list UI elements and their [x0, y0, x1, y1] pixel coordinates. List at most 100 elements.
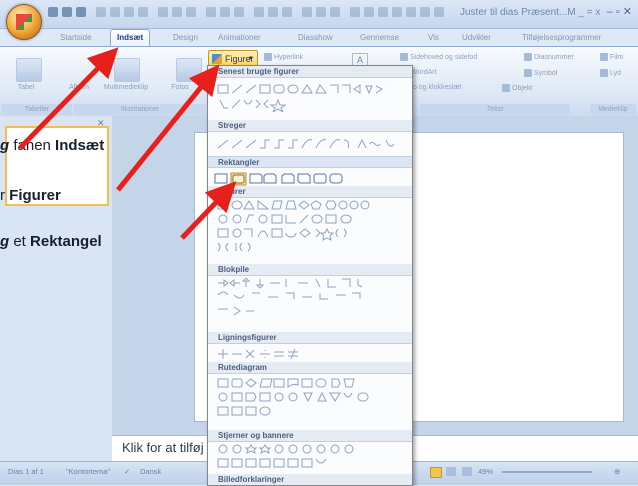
spellcheck-icon[interactable]: ✓	[124, 467, 130, 476]
album-button[interactable]: Album	[64, 84, 94, 91]
quick-access-icon[interactable]	[206, 7, 216, 17]
slide-sorter-icon[interactable]	[446, 467, 456, 476]
quick-access-icon[interactable]	[124, 7, 134, 17]
tab-indsaet[interactable]: Indsæt	[110, 29, 151, 47]
window-controls[interactable]: – ▫ ✕	[607, 5, 632, 18]
quick-access-icon[interactable]	[254, 7, 264, 17]
normal-view-icon[interactable]	[430, 467, 442, 478]
quick-access-icon[interactable]	[420, 7, 430, 17]
fit-slide-icon[interactable]: ⊕	[614, 467, 620, 476]
tab-diasshow[interactable]: Diasshow	[298, 30, 333, 46]
quick-access-icon[interactable]	[158, 7, 168, 17]
section-header-ligningsfigurer: Ligningsfigurer	[208, 332, 412, 344]
symbol-icon	[524, 69, 532, 77]
section-header-senest: Senest brugte figurer	[208, 66, 412, 78]
lyd-label: Lyd	[610, 69, 622, 77]
group-label-medieklip: Medieklip	[590, 104, 636, 115]
office-logo-icon	[16, 14, 32, 30]
stars-banners-rows[interactable]	[216, 444, 406, 468]
symbol-label: Symbol	[534, 69, 558, 77]
quick-access-icon[interactable]	[220, 7, 230, 17]
tab-animationer[interactable]: Animationer	[218, 30, 261, 46]
symbol-button[interactable]: Symbol	[524, 69, 557, 77]
dato-button[interactable]: to og klokkeslæt	[411, 84, 462, 91]
diasnummer-label: Diasnummer	[534, 53, 574, 61]
instruction-line-2: r Figurer	[0, 187, 61, 204]
photo-icon[interactable]	[176, 58, 202, 82]
film-label: Film	[610, 53, 624, 61]
section-header-rutediagram: Rutediagram	[208, 362, 412, 374]
quick-access-icon[interactable]	[316, 7, 326, 17]
quick-access-icon[interactable]	[138, 7, 148, 17]
hyperlink-label: Hyperlink	[274, 53, 304, 61]
quick-access-icon[interactable]	[364, 7, 374, 17]
slideshow-view-icon[interactable]	[462, 467, 472, 476]
header-footer-icon	[400, 53, 408, 61]
hyperlink-icon	[264, 53, 272, 61]
instruction-3-italic: g	[0, 233, 10, 250]
quick-access-icon[interactable]	[186, 7, 196, 17]
quick-access-icon[interactable]	[96, 7, 106, 17]
recent-shapes-row[interactable]	[216, 84, 406, 112]
diasnummer-button[interactable]: Diasnummer	[524, 53, 574, 61]
sidehoved-button[interactable]: Sidehoved og sidefod	[400, 53, 477, 61]
tab-design[interactable]: Design	[173, 30, 198, 46]
redo-icon[interactable]	[76, 7, 86, 17]
language-indicator[interactable]: Dansk	[140, 467, 161, 476]
hyperlink-button[interactable]: Hyperlink	[264, 53, 303, 61]
tab-tilfoejelsesprogrammer[interactable]: Tilføjelsesprogrammer	[522, 30, 601, 46]
flowchart-rows[interactable]	[216, 378, 406, 416]
lyd-button[interactable]: Lyd	[600, 69, 621, 77]
quick-access-icon[interactable]	[350, 7, 360, 17]
fotos-button[interactable]: Fotos	[160, 84, 200, 91]
theme-name[interactable]: "Kontortema"	[66, 467, 110, 476]
quick-access-icon[interactable]	[172, 7, 182, 17]
album-icon[interactable]	[114, 58, 140, 82]
section-header-figurer: Figurer	[208, 186, 412, 198]
objekt-button[interactable]: Objekt	[502, 84, 532, 92]
object-icon	[502, 84, 510, 92]
instruction-3-text: et	[9, 233, 31, 250]
tab-gennemse[interactable]: Gennemse	[360, 30, 399, 46]
wordart-button[interactable]: WordArt	[411, 69, 437, 76]
quick-access-icon[interactable]	[406, 7, 416, 17]
slide-number-icon	[524, 53, 532, 61]
instruction-2-text: r	[0, 187, 10, 204]
quick-access-icon[interactable]	[268, 7, 278, 17]
quick-access-icon[interactable]	[434, 7, 444, 17]
shapes-icon	[212, 54, 222, 64]
lines-row[interactable]	[216, 138, 406, 149]
film-button[interactable]: Film	[600, 53, 623, 61]
tab-vis[interactable]: Vis	[428, 30, 439, 46]
save-icon[interactable]	[48, 7, 58, 17]
quick-access-icon[interactable]	[330, 7, 340, 17]
quick-access-icon[interactable]	[282, 7, 292, 17]
tab-udvikler[interactable]: Udvikler	[462, 30, 491, 46]
quick-access-icon[interactable]	[392, 7, 402, 17]
sound-icon	[600, 69, 608, 77]
quick-access-icon[interactable]	[234, 7, 244, 17]
section-header-stjerner: Stjerner og bannere	[208, 430, 412, 442]
tab-startside[interactable]: Startside	[60, 30, 92, 46]
quick-access-icon[interactable]	[378, 7, 388, 17]
close-icon[interactable]: ✕	[97, 118, 105, 129]
instruction-line-3: g et Rektangel	[0, 233, 102, 250]
section-header-streger: Streger	[208, 120, 412, 132]
instruction-line-1: g fanen Indsæt	[0, 137, 104, 154]
block-arrows-rows[interactable]	[216, 278, 406, 316]
tabel-button[interactable]: Tabel	[8, 84, 44, 91]
group-label-tekst: Tekst	[420, 104, 570, 115]
rectangles-row[interactable]	[214, 172, 374, 186]
quick-access-icon[interactable]	[302, 7, 312, 17]
office-button[interactable]	[6, 4, 42, 40]
zoom-slider[interactable]	[502, 471, 592, 473]
undo-icon[interactable]	[62, 7, 72, 17]
section-header-blokpile: Blokpile	[208, 264, 412, 276]
instruction-1-italic: g	[0, 137, 10, 154]
quick-access-icon[interactable]	[110, 7, 120, 17]
basic-shapes-rows[interactable]	[216, 200, 406, 252]
multimedieklip-button[interactable]: Multimedieklip	[96, 84, 156, 91]
zoom-level[interactable]: 49%	[478, 467, 493, 476]
table-icon[interactable]	[16, 58, 42, 82]
equation-shapes-row[interactable]	[216, 348, 406, 360]
